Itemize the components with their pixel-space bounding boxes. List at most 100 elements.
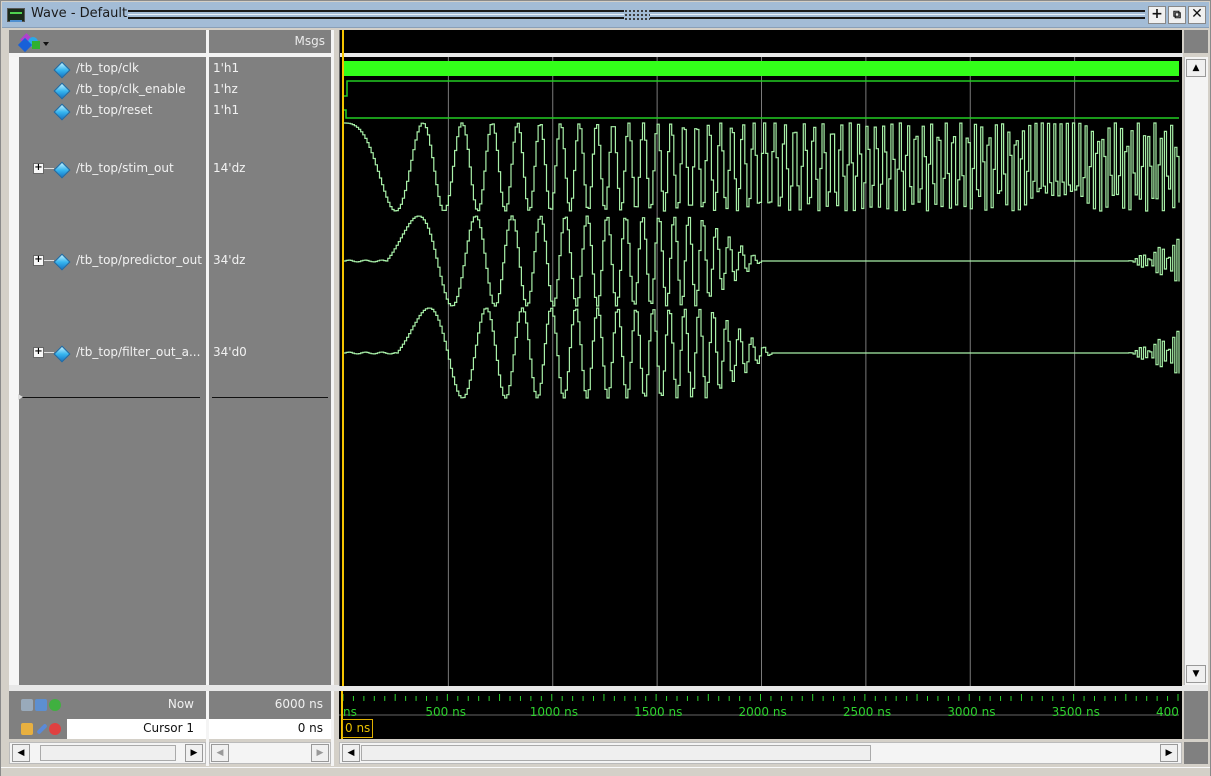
waveform-pane[interactable] bbox=[339, 30, 1183, 686]
timeline-label: 3000 ns bbox=[947, 705, 996, 719]
timeline-label: 3500 ns bbox=[1051, 705, 1100, 719]
edit-cursor-icon[interactable] bbox=[36, 723, 48, 735]
cursor-values-pane: 6000 ns 0 ns bbox=[209, 691, 331, 739]
signal-value: 14'dz bbox=[213, 161, 246, 175]
signal-diamond-icon bbox=[54, 346, 68, 360]
tree-connector bbox=[44, 168, 54, 169]
signal-diamond-icon bbox=[54, 83, 68, 97]
now-label: Now bbox=[167, 697, 194, 711]
names-hscroll-thumb[interactable] bbox=[40, 745, 176, 761]
signal-value: 1'h1 bbox=[213, 61, 240, 75]
drag-handle-icon[interactable] bbox=[624, 9, 650, 21]
scroll-right-button[interactable]: ▶ bbox=[185, 744, 203, 762]
tree-connector bbox=[44, 260, 54, 261]
wave-app-icon bbox=[7, 8, 25, 22]
signal-name: /tb_top/reset bbox=[76, 103, 153, 117]
signal-row-stim-out[interactable]: + /tb_top/stim_out bbox=[19, 159, 206, 179]
signal-name: /tb_top/filter_out_a... bbox=[76, 345, 201, 359]
expand-plus-icon[interactable]: + bbox=[33, 255, 44, 266]
wave-hscroll-thumb[interactable] bbox=[361, 745, 871, 761]
column-splitter[interactable] bbox=[331, 30, 334, 766]
timeline-label: ns bbox=[343, 705, 357, 719]
scroll-down-button[interactable]: ▼ bbox=[1186, 665, 1206, 683]
vertical-scrollbar[interactable]: ▲ ▼ bbox=[1184, 57, 1208, 685]
signal-row-reset[interactable]: /tb_top/reset bbox=[19, 101, 206, 121]
scroll-left-button[interactable]: ◀ bbox=[12, 744, 30, 762]
timeline-label: 400 bbox=[1156, 705, 1179, 719]
signal-name: /tb_top/clk bbox=[76, 61, 139, 75]
expand-plus-icon[interactable]: + bbox=[33, 347, 44, 358]
delete-cursor-icon[interactable] bbox=[49, 723, 61, 735]
signal-value: 34'd0 bbox=[213, 345, 247, 359]
signal-diamond-icon bbox=[54, 162, 68, 176]
close-button[interactable]: ✕ bbox=[1188, 6, 1206, 24]
signal-value: 1'h1 bbox=[213, 103, 240, 117]
value-row: 1'hz bbox=[209, 80, 331, 100]
value-row: 14'dz bbox=[209, 159, 331, 179]
timeline-ruler[interactable]: ns 500 ns 1000 ns 1500 ns 2000 ns 2500 ns 3000… bbox=[339, 691, 1182, 739]
wave-hscrollbar[interactable]: ◀ ▶ bbox=[339, 742, 1182, 764]
header-divider bbox=[340, 53, 1183, 57]
scroll-up-button[interactable]: ▲ bbox=[1186, 59, 1206, 77]
cursor-time-tag[interactable]: 0 ns bbox=[342, 719, 374, 738]
signal-names-pane: /tb_top/clk /tb_top/clk_enable /tb_top/r… bbox=[9, 57, 206, 685]
status-bar bbox=[1, 767, 1210, 776]
signal-row-predictor-out[interactable]: + /tb_top/predictor_out bbox=[19, 251, 206, 271]
timeline-label: 1500 ns bbox=[634, 705, 683, 719]
values-header: Msgs bbox=[209, 30, 331, 53]
scroll-corner bbox=[1184, 30, 1208, 53]
column-splitter[interactable] bbox=[206, 30, 209, 766]
scroll-corner bbox=[1184, 742, 1208, 764]
insertion-marker[interactable] bbox=[19, 397, 200, 398]
timeline-label: 500 ns bbox=[425, 705, 466, 719]
insertion-arrow-icon bbox=[18, 394, 23, 400]
now-value: 6000 ns bbox=[274, 697, 323, 711]
clk-waveform bbox=[344, 61, 1179, 76]
signal-diamond-icon bbox=[54, 254, 68, 268]
cursor-names-pane: Now Cursor 1 bbox=[9, 691, 206, 739]
value-row: 1'h1 bbox=[209, 59, 331, 79]
signal-name: /tb_top/predictor_out bbox=[76, 253, 202, 267]
header-divider bbox=[9, 53, 331, 57]
scroll-left-button[interactable]: ◀ bbox=[342, 744, 360, 762]
cursor-list-icon[interactable] bbox=[35, 699, 47, 711]
timeline-label: 2500 ns bbox=[842, 705, 892, 719]
signal-row-clk-enable[interactable]: /tb_top/clk_enable bbox=[19, 80, 206, 100]
names-header bbox=[9, 30, 206, 53]
values-hscrollbar[interactable]: ◀ ▶ bbox=[209, 742, 331, 764]
window-title: Wave - Default bbox=[31, 6, 128, 21]
signal-row-filter-out[interactable]: + /tb_top/filter_out_a... bbox=[19, 343, 206, 363]
timeline-label: 1000 ns bbox=[529, 705, 578, 719]
add-wave-icon[interactable] bbox=[21, 699, 33, 711]
lock-cursor-icon[interactable] bbox=[21, 723, 33, 735]
signal-name: /tb_top/clk_enable bbox=[76, 82, 186, 96]
scroll-right-button[interactable]: ▶ bbox=[1160, 744, 1178, 762]
scroll-right-button[interactable]: ▶ bbox=[311, 744, 329, 762]
value-row: 1'h1 bbox=[209, 101, 331, 121]
signal-diamond-icon bbox=[54, 62, 68, 76]
scroll-left-button[interactable]: ◀ bbox=[211, 744, 229, 762]
timeline-label: 2000 ns bbox=[738, 705, 787, 719]
cursor-value: 0 ns bbox=[209, 719, 331, 739]
value-row: 34'd0 bbox=[209, 343, 331, 363]
undock-button[interactable]: ⧉ bbox=[1168, 6, 1186, 24]
title-bar[interactable]: Wave - Default + ⧉ ✕ bbox=[2, 2, 1209, 28]
dock-button[interactable]: + bbox=[1148, 6, 1166, 24]
expand-plus-icon[interactable]: + bbox=[33, 163, 44, 174]
waveform-canvas[interactable] bbox=[340, 30, 1183, 686]
value-row: 34'dz bbox=[209, 251, 331, 271]
add-cursor-icon[interactable] bbox=[49, 699, 61, 711]
signal-name: /tb_top/stim_out bbox=[76, 161, 174, 175]
footer-scroll-gutter bbox=[1184, 691, 1208, 739]
signal-value: 1'hz bbox=[213, 82, 238, 96]
tree-connector bbox=[44, 352, 54, 353]
signal-value: 34'dz bbox=[213, 253, 246, 267]
signals-dropdown-icon[interactable] bbox=[17, 33, 50, 53]
cursor-name[interactable]: Cursor 1 bbox=[67, 719, 206, 739]
names-hscrollbar[interactable]: ◀ ▶ bbox=[9, 742, 206, 764]
signal-diamond-icon bbox=[54, 104, 68, 118]
signal-row-clk[interactable]: /tb_top/clk bbox=[19, 59, 206, 79]
insertion-marker bbox=[212, 397, 328, 398]
signal-values-pane: 1'h1 1'hz 1'h1 14'dz 34'dz 34'd0 bbox=[209, 57, 331, 685]
wave-window: Wave - Default + ⧉ ✕ Msgs /tb_top/clk /t… bbox=[0, 0, 1211, 776]
